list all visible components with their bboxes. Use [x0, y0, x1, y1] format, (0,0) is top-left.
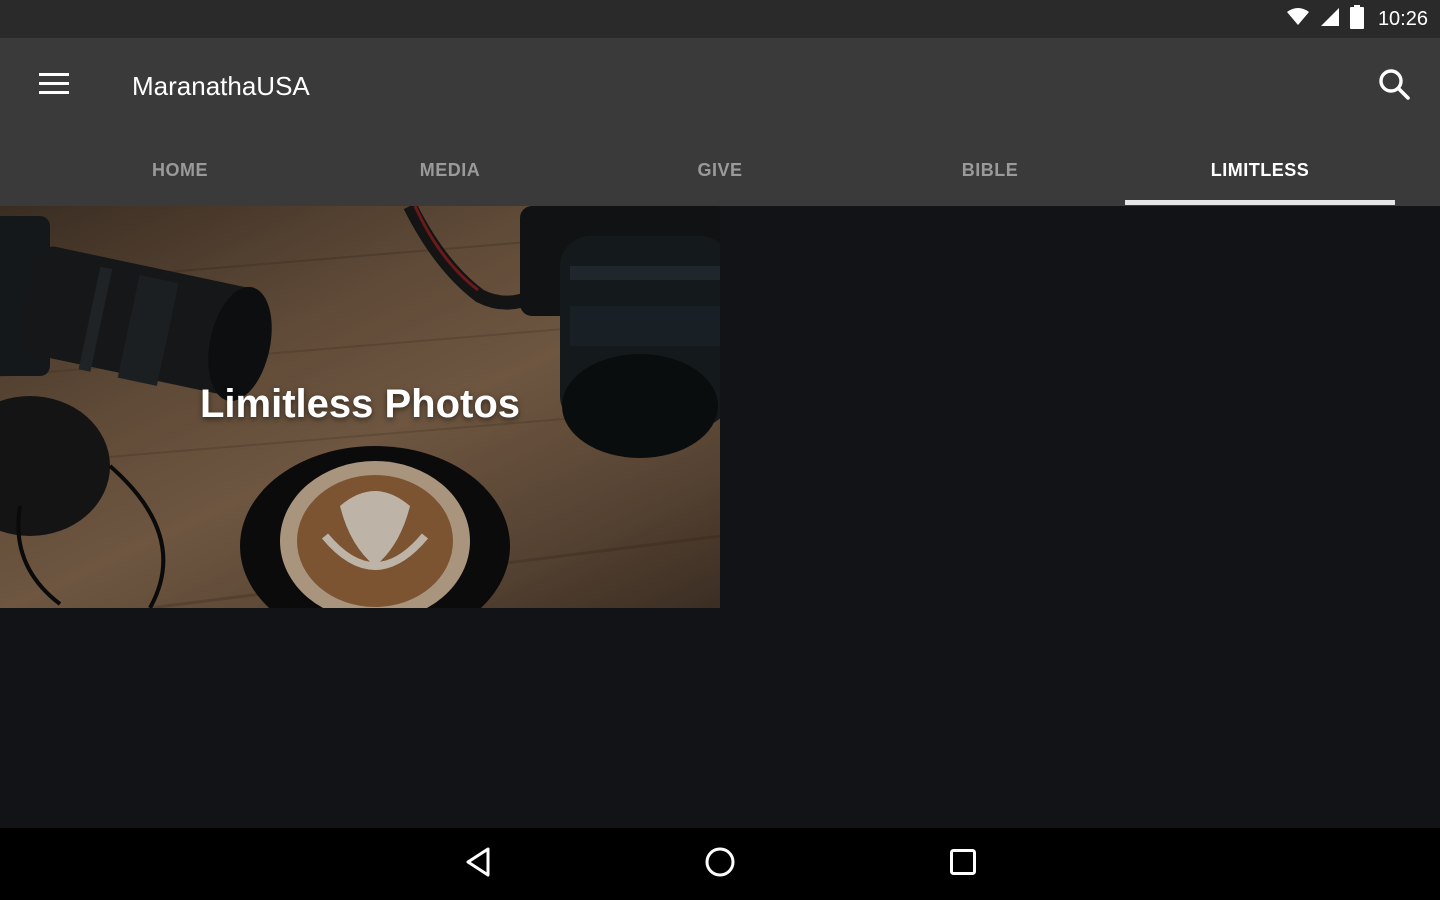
recents-icon: [949, 848, 977, 881]
tab-indicator: [1125, 200, 1395, 205]
battery-icon: [1349, 4, 1364, 34]
tab-bar: HOME MEDIA GIVE BIBLE LIMITLESS: [0, 134, 1440, 206]
app-title: MaranathaUSA: [132, 71, 310, 101]
app-bar: MaranathaUSA HOME MEDIA GIVE BIBLE LIMIT…: [0, 38, 1440, 206]
status-time: 10:26: [1377, 7, 1428, 30]
wifi-icon: [1286, 7, 1310, 32]
content-area: Limitless Photos: [0, 206, 1440, 828]
search-icon: [1378, 68, 1410, 105]
tab-home[interactable]: HOME: [45, 134, 315, 206]
tab-give[interactable]: GIVE: [585, 134, 855, 206]
search-button[interactable]: [1370, 62, 1418, 110]
status-icons: 10:26: [1286, 0, 1428, 38]
tab-bible[interactable]: BIBLE: [855, 134, 1125, 206]
signal-icon: [1320, 7, 1340, 32]
back-icon: [464, 846, 492, 883]
back-button[interactable]: [454, 840, 502, 888]
recents-button[interactable]: [939, 840, 987, 888]
app-root: 10:26 MaranathaUSA HOME MEDIA GIVE BIBLE…: [0, 0, 1440, 900]
tab-media[interactable]: MEDIA: [315, 134, 585, 206]
limitless-photos-card[interactable]: Limitless Photos: [0, 206, 720, 608]
menu-button[interactable]: [22, 62, 86, 110]
tab-limitless[interactable]: LIMITLESS: [1125, 134, 1395, 206]
home-icon: [704, 846, 736, 883]
hamburger-menu-icon: [39, 72, 69, 100]
system-nav-bar: [0, 828, 1440, 900]
status-bar: 10:26: [0, 0, 1440, 38]
home-button[interactable]: [696, 840, 744, 888]
card-title: Limitless Photos: [199, 382, 521, 426]
